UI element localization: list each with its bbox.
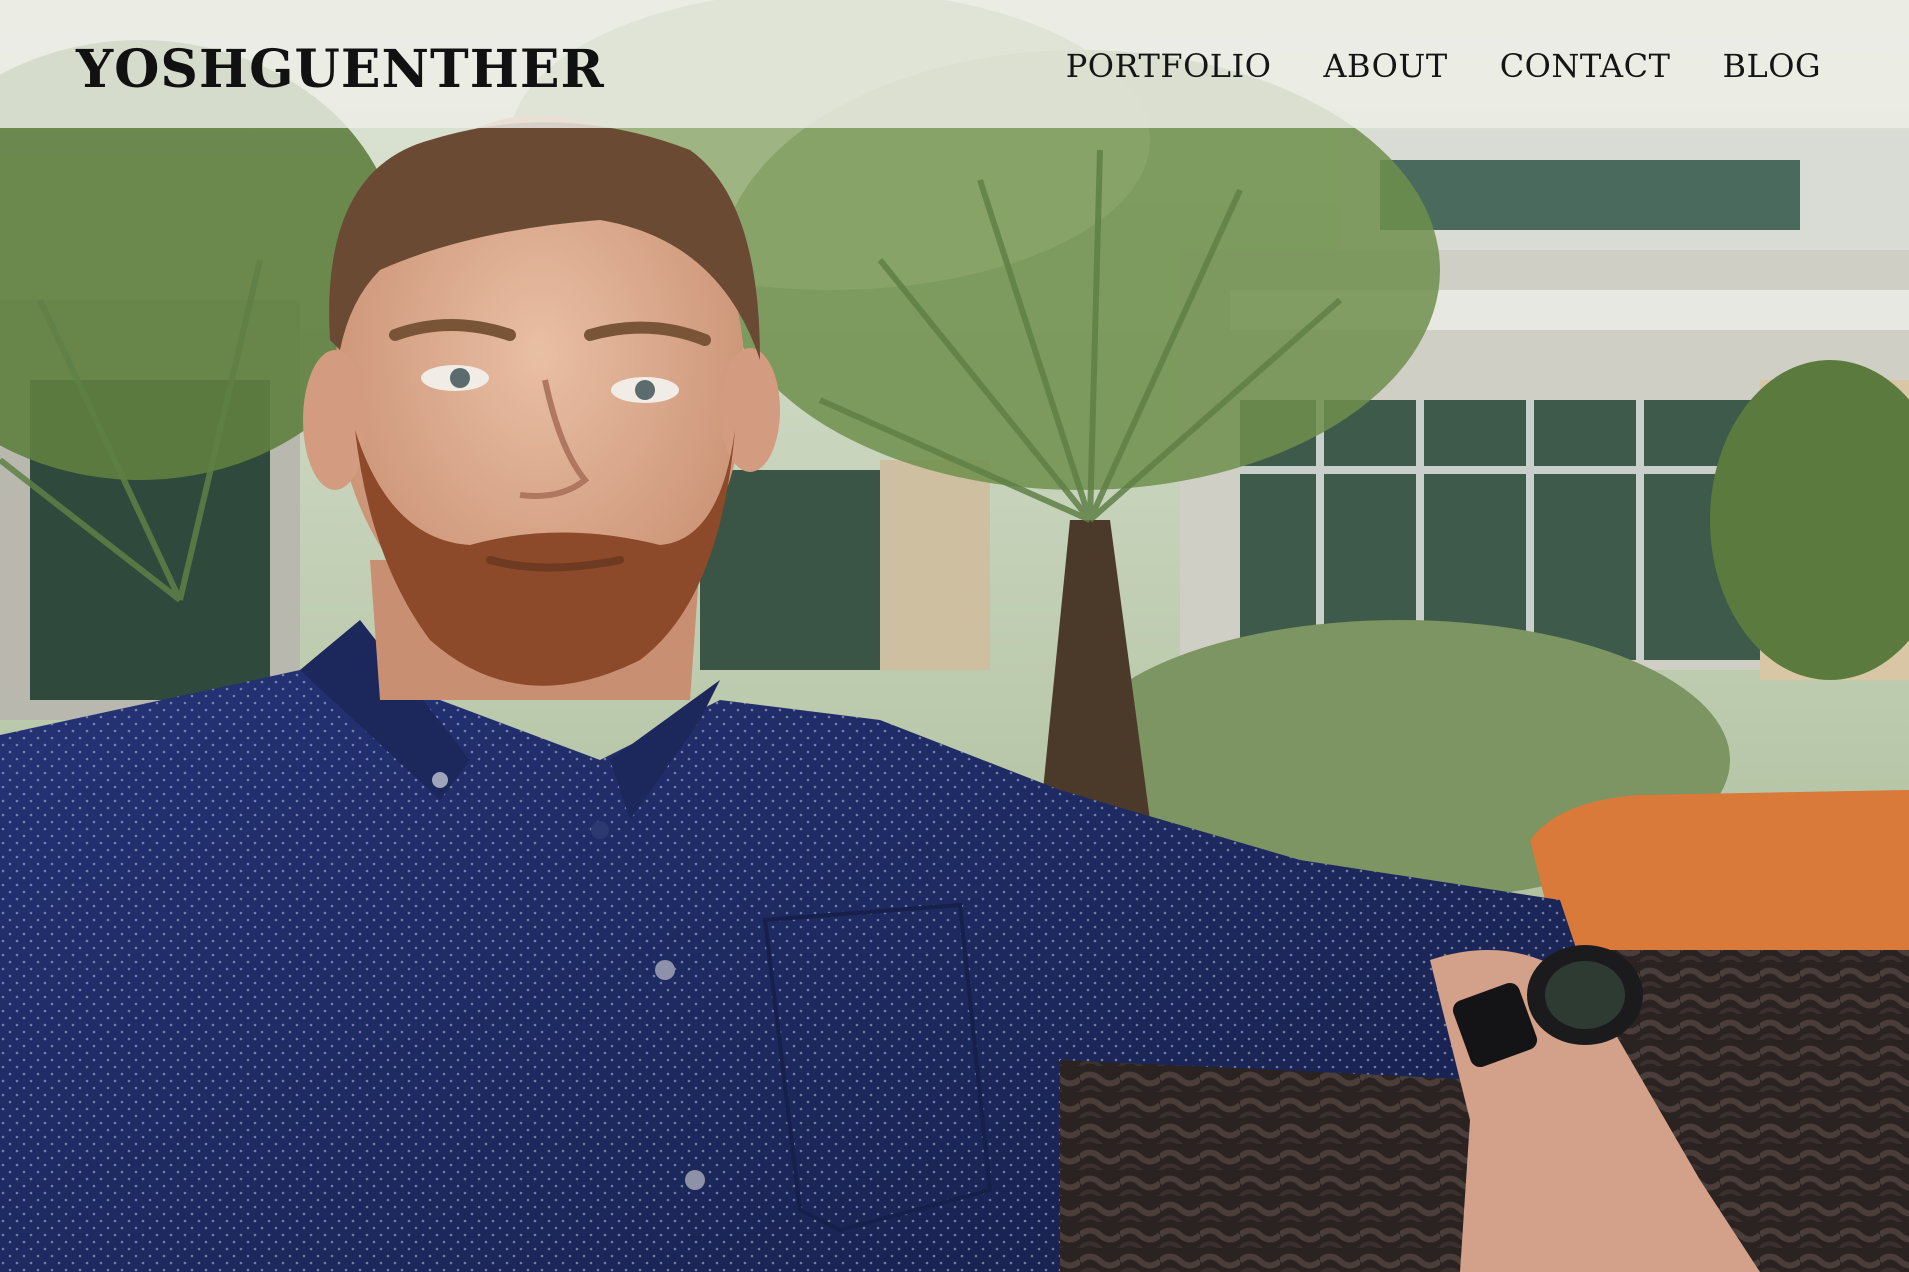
hero-portrait-photo	[0, 0, 1909, 1272]
nav-link-about[interactable]: ABOUT	[1323, 47, 1447, 85]
nav-item-blog: BLOG	[1722, 50, 1821, 82]
main-nav: PORTFOLIO ABOUT CONTACT BLOG	[1066, 50, 1821, 82]
nav-item-portfolio: PORTFOLIO	[1066, 50, 1272, 82]
nav-link-portfolio[interactable]: PORTFOLIO	[1066, 47, 1272, 85]
nav-link-contact[interactable]: CONTACT	[1500, 47, 1671, 85]
nav-item-contact: CONTACT	[1500, 50, 1671, 82]
page: YOSHGUENTHER PORTFOLIO ABOUT CONTACT BLO…	[0, 0, 1909, 1272]
nav-item-about: ABOUT	[1323, 50, 1447, 82]
nav-link-blog[interactable]: BLOG	[1722, 47, 1821, 85]
site-header: YOSHGUENTHER PORTFOLIO ABOUT CONTACT BLO…	[0, 0, 1909, 128]
site-logo-link[interactable]: YOSHGUENTHER	[76, 44, 605, 96]
